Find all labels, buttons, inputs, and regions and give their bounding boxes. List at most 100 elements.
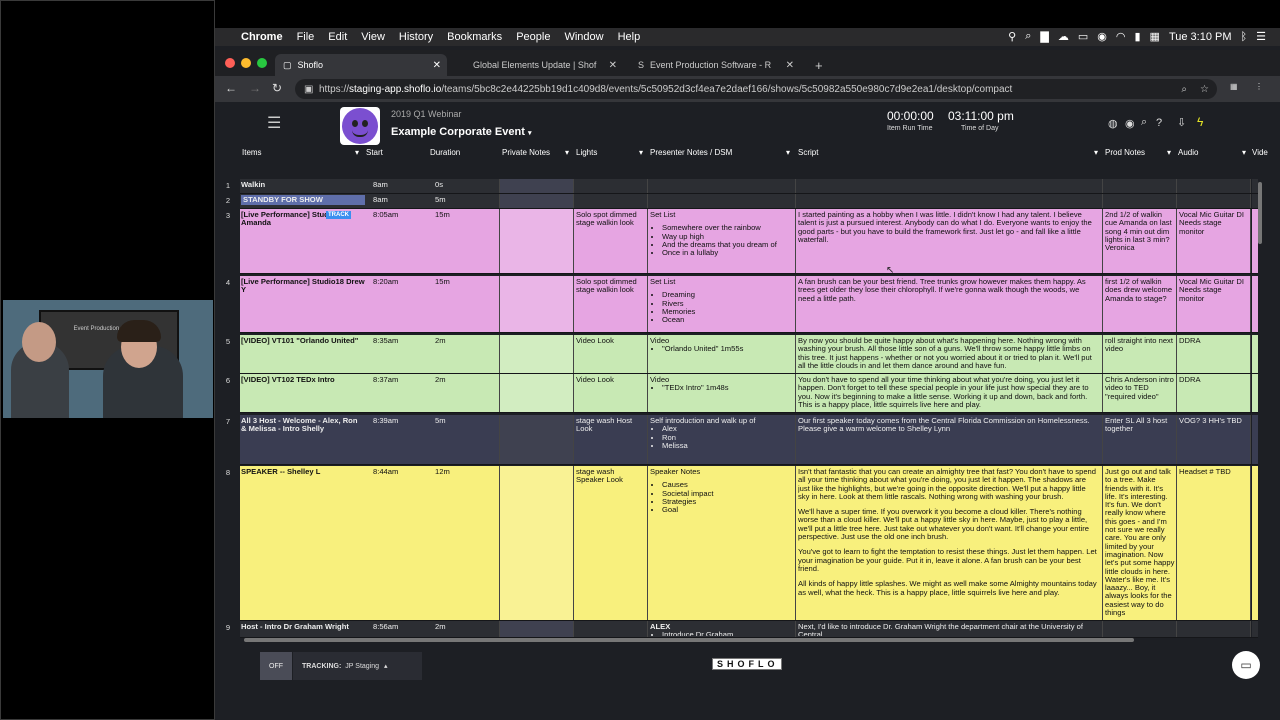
hscroll[interactable] (244, 638, 1134, 642)
item-cell[interactable]: All 3 Host - Welcome - Alex, Ron & Melis… (241, 417, 365, 434)
lights-cell[interactable]: stage wash Host Look (576, 417, 644, 434)
lights-cell[interactable]: Solo spot dimmed stage walkin look (576, 211, 644, 228)
eye-icon[interactable]: ◉ (1125, 117, 1135, 130)
col-dropdown-icon[interactable]: ▾ (639, 148, 643, 157)
menu-view[interactable]: View (361, 31, 385, 43)
presenter-notes-cell[interactable]: ALEXIntroduce Dr Graham (650, 623, 790, 636)
audio-cell[interactable]: VOG? 3 HH's TBD (1179, 417, 1249, 425)
item-cell[interactable]: SPEAKER -- Shelley L (241, 468, 365, 476)
audio-cell[interactable]: DDRA (1179, 337, 1249, 345)
lights-cell[interactable]: Video Look (576, 337, 644, 345)
prod-notes-cell[interactable]: Just go out and talk to a tree. Make fri… (1105, 468, 1175, 617)
item-cell[interactable]: Host - Intro Dr Graham Wright (241, 623, 365, 631)
globe-icon[interactable]: ◍ (1108, 117, 1118, 130)
menubar-clock[interactable]: Tue 3:10 PM (1169, 31, 1232, 43)
start-cell[interactable]: 8:37am (373, 376, 428, 384)
script-cell[interactable]: Isn't that fantastic that you can create… (798, 468, 1098, 604)
duration-cell[interactable]: 5m (435, 196, 495, 204)
private-notes-cell[interactable] (500, 194, 573, 208)
duration-cell[interactable]: 2m (435, 623, 495, 631)
download-icon[interactable]: ⇩ (1177, 116, 1186, 129)
duration-cell[interactable]: 2m (435, 337, 495, 345)
item-cell[interactable]: [VIDEO] VT102 TEDx Intro (241, 376, 365, 384)
messages-icon[interactable]: ▇ (1040, 30, 1048, 43)
lights-cell[interactable]: Video Look (576, 376, 644, 384)
tab-shoflo[interactable]: ▢ Shoflo ✕ (275, 54, 447, 76)
col-header-video[interactable]: Vide (1252, 148, 1268, 157)
start-cell[interactable]: 8:44am (373, 468, 428, 476)
private-notes-cell[interactable] (500, 276, 573, 332)
notification-center-icon[interactable]: ☰ (1256, 30, 1266, 43)
private-notes-cell[interactable] (500, 466, 573, 620)
presenter-notes-cell[interactable]: Video"TEDx Intro" 1m48s (650, 376, 790, 393)
airplay-icon[interactable]: ▭ (1078, 30, 1088, 43)
tab-close-icon[interactable]: ✕ (786, 60, 794, 71)
presenter-notes-cell[interactable]: Set List Somewhere over the rainbowWay up… (650, 211, 790, 257)
browser-menu-icon[interactable]: ⋮ (1255, 82, 1263, 91)
menu-edit[interactable]: Edit (328, 31, 347, 43)
menu-help[interactable]: Help (618, 31, 641, 43)
col-header-script[interactable]: Script (798, 148, 818, 157)
col-header-audio[interactable]: Audio (1178, 148, 1198, 157)
script-cell[interactable]: I started painting as a hobby when I was… (798, 211, 1098, 244)
new-tab-button[interactable]: + (807, 54, 831, 76)
script-cell[interactable]: By now you should be quite happy about w… (798, 337, 1098, 370)
duration-cell[interactable]: 0s (435, 181, 495, 189)
hamburger-menu-icon[interactable]: ☰ (267, 113, 281, 133)
item-cell[interactable]: Walkin (241, 181, 365, 189)
start-cell[interactable]: 8:20am (373, 278, 428, 286)
lights-cell[interactable]: stage wash Speaker Look (576, 468, 644, 485)
col-dropdown-icon[interactable]: ▾ (1094, 148, 1098, 157)
prod-notes-cell[interactable]: first 1/2 of walkin does drew welcome Am… (1105, 278, 1175, 303)
sort-icon[interactable]: ▾ (355, 148, 359, 157)
col-header-items[interactable]: Items (242, 148, 262, 157)
bookmark-star-icon[interactable]: ☆ (1200, 84, 1209, 95)
menu-window[interactable]: Window (564, 31, 603, 43)
col-header-start[interactable]: Start (366, 148, 383, 157)
zoom-icon[interactable]: ⌕ (1181, 84, 1187, 95)
presenter-notes-cell[interactable]: Self introduction and walk up ofAlexRonM… (650, 417, 790, 450)
window-minimize-button[interactable] (241, 58, 251, 68)
col-header-private-notes[interactable]: Private Notes (502, 148, 550, 157)
window-zoom-button[interactable] (257, 58, 267, 68)
presenter-notes-cell[interactable]: Set List DreamingRiversMemoriesOcean (650, 278, 790, 324)
private-notes-cell[interactable] (500, 179, 573, 193)
script-cell[interactable]: A fan brush can be your best friend. Tre… (798, 278, 1098, 303)
battery-icon[interactable]: ▮ (1134, 30, 1140, 43)
start-cell[interactable]: 8:39am (373, 417, 428, 425)
col-dropdown-icon[interactable]: ▾ (1167, 148, 1171, 157)
control-icon[interactable]: ▦ (1150, 30, 1160, 43)
chat-launcher-button[interactable]: ▭ (1232, 651, 1260, 679)
event-title[interactable]: Example Corporate Event ▾ (391, 126, 531, 138)
presenter-notes-cell[interactable]: Speaker Notes CausesSocietal impactStrate… (650, 468, 790, 514)
script-cell[interactable]: You don't have to spend all your time th… (798, 376, 1098, 409)
menu-file[interactable]: File (297, 31, 315, 43)
private-notes-cell[interactable] (500, 621, 573, 637)
video-cell[interactable] (1252, 335, 1258, 373)
drive-icon[interactable]: ☁ (1058, 30, 1069, 43)
start-cell[interactable]: 8am (373, 181, 428, 189)
tab-close-icon[interactable]: ✕ (609, 60, 617, 71)
col-dropdown-icon[interactable]: ▾ (565, 148, 569, 157)
spotlight-search-icon[interactable]: ⌕ (1025, 30, 1031, 43)
reload-icon[interactable]: ↻ (272, 81, 282, 95)
video-cell[interactable] (1252, 621, 1258, 637)
tab-event-production[interactable]: S Event Production Software - R ✕ (630, 54, 800, 76)
lightning-icon[interactable]: ϟ (1197, 115, 1203, 129)
location-icon[interactable]: ⚲ (1008, 30, 1016, 43)
private-notes-cell[interactable] (500, 209, 573, 273)
start-cell[interactable]: 8am (373, 196, 428, 204)
help-icon[interactable]: ? (1156, 117, 1162, 129)
tracking-toggle[interactable]: OFF (260, 652, 292, 680)
tab-close-icon[interactable]: ✕ (433, 60, 441, 71)
start-cell[interactable]: 8:56am (373, 623, 428, 631)
video-cell[interactable] (1252, 276, 1258, 332)
duration-cell[interactable]: 15m (435, 211, 495, 219)
prod-notes-cell[interactable]: Chris Anderson intro video to TED "requi… (1105, 376, 1175, 401)
window-close-button[interactable] (225, 58, 235, 68)
prod-notes-cell[interactable]: 2nd 1/2 of walkin cue Amanda on last son… (1105, 211, 1175, 252)
private-notes-cell[interactable] (500, 415, 573, 464)
back-icon[interactable]: ← (225, 81, 237, 95)
bluetooth-icon[interactable]: ᛒ (1241, 31, 1248, 43)
menu-bookmarks[interactable]: Bookmarks (447, 31, 502, 43)
